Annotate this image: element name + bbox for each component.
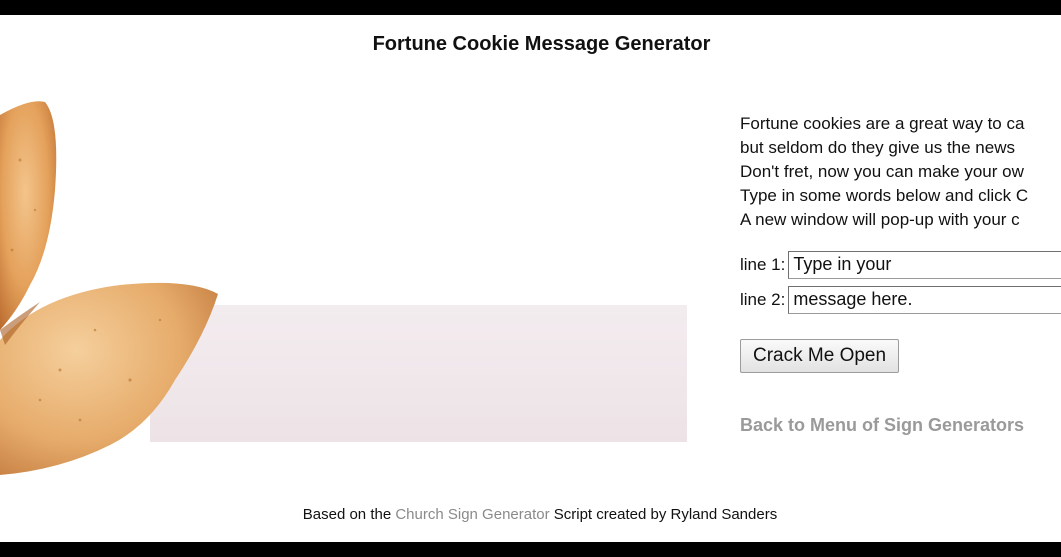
intro-line: Type in some words below and click C [740, 186, 1029, 205]
line2-row: line 2: [740, 282, 1061, 317]
page-title: Fortune Cookie Message Generator [372, 33, 711, 55]
message-form: line 1: line 2: Crack Me Open [740, 247, 1061, 373]
footer-prefix: Based on the [302, 506, 396, 523]
right-panel: Fortune cookies are a great way to ca bu… [740, 112, 1061, 436]
intro-text: Fortune cookies are a great way to ca bu… [740, 112, 1061, 232]
page: Fortune Cookie Message Generator Fortune… [0, 15, 1061, 542]
cookie-top-half [0, 101, 57, 330]
line1-row: line 1: [740, 247, 1061, 282]
church-sign-generator-link[interactable]: Church Sign Generator [395, 506, 549, 523]
intro-line: Don't fret, now you can make your ow [740, 162, 1024, 181]
line1-input[interactable] [788, 250, 1061, 279]
crack-me-open-button[interactable]: Crack Me Open [740, 339, 900, 373]
intro-line: but seldom do they give us the news [740, 138, 1015, 157]
line1-label: line 1: [740, 254, 786, 274]
fortune-cookie-icon [0, 101, 687, 475]
line2-input[interactable] [788, 285, 1061, 314]
intro-line: A new window will pop-up with your c [740, 210, 1020, 229]
intro-line: Fortune cookies are a great way to ca [740, 114, 1025, 133]
footer: Based on the Church Sign Generator Scrip… [0, 506, 1061, 523]
back-to-menu-link[interactable]: Back to Menu of Sign Generators [740, 415, 1061, 436]
line2-label: line 2: [740, 289, 786, 309]
paper-slip [150, 305, 687, 442]
footer-suffix: Script created by Ryland Sanders [549, 506, 778, 523]
